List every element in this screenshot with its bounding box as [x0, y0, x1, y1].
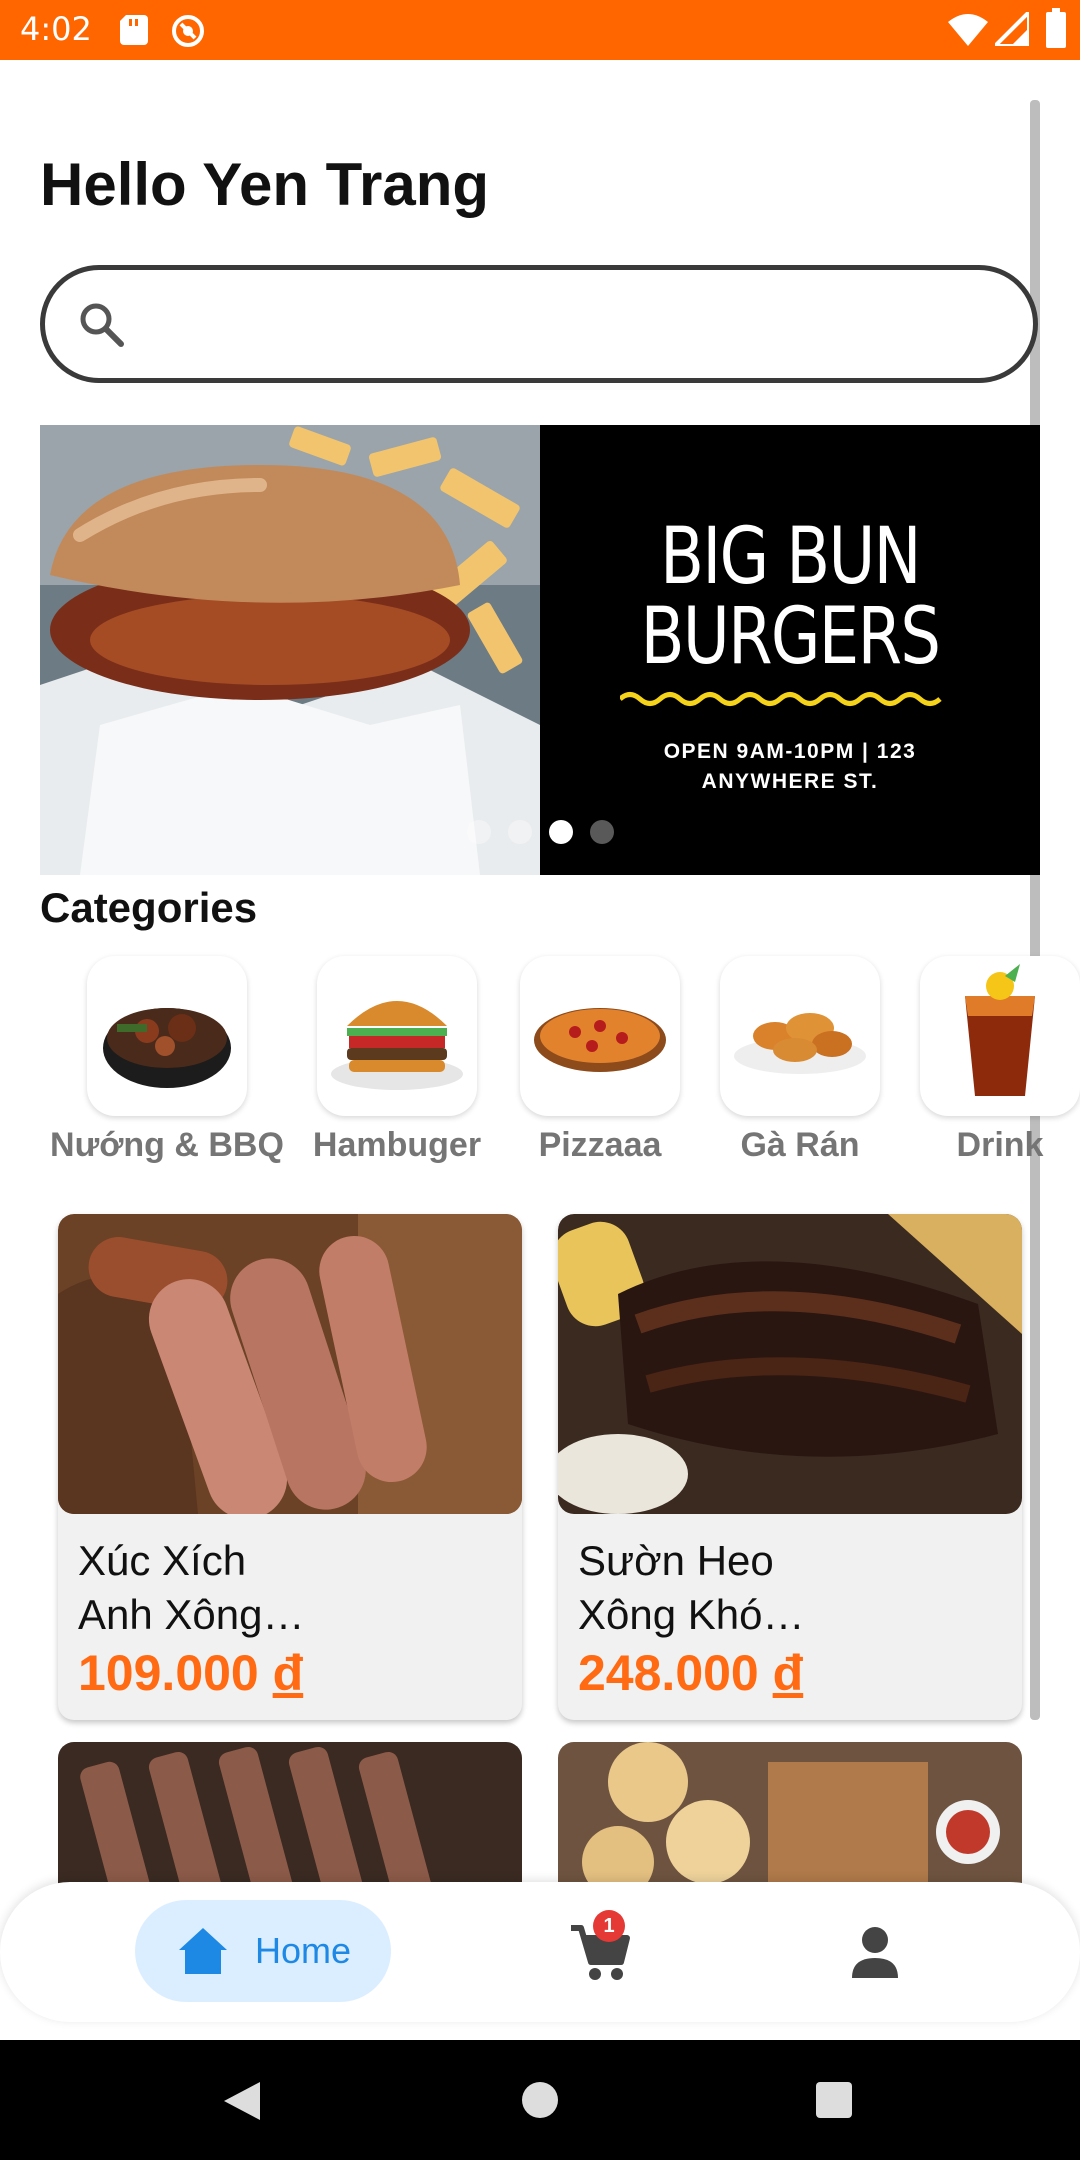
- price-currency: đ: [772, 1645, 804, 1701]
- product-card[interactable]: Sườn Heo Xông Khó… 248.000 đ: [558, 1214, 1022, 1720]
- drink-icon: [920, 956, 1080, 1116]
- product-card[interactable]: Xúc Xích Anh Xông… 109.000 đ: [58, 1214, 522, 1720]
- cart-badge: 1: [593, 1910, 625, 1942]
- category-label: Drink: [956, 1126, 1044, 1164]
- product-name: Sườn Heo Xông Khó…: [578, 1537, 805, 1638]
- carousel-indicator: [467, 820, 647, 844]
- fried-chicken-icon: [720, 956, 880, 1116]
- search-input[interactable]: [145, 290, 1005, 358]
- wave-divider: [620, 692, 942, 706]
- profile-icon[interactable]: [850, 1924, 900, 1980]
- search-icon: [80, 303, 124, 347]
- price-value: 248.000: [578, 1645, 759, 1701]
- recent-apps-icon[interactable]: [816, 2082, 852, 2118]
- wifi-icon: [948, 14, 988, 46]
- product-price: 109.000 đ: [78, 1644, 303, 1702]
- price-currency: đ: [272, 1645, 304, 1701]
- banner-subtitle: OPEN 9AM-10PM | 123 ANYWHERE ST.: [663, 740, 917, 793]
- category-drink[interactable]: Drink: [870, 956, 1080, 1165]
- product-name: Xúc Xích Anh Xông…: [78, 1537, 305, 1638]
- carousel-dot[interactable]: [508, 820, 532, 844]
- status-time: 4:02: [20, 10, 92, 48]
- banner-text-panel: BIG BUN BURGERS OPEN 9AM-10PM | 123 ANYW…: [540, 425, 1040, 875]
- system-navigation-bar: [0, 2040, 1080, 2160]
- burger-photo: [40, 425, 540, 875]
- back-icon[interactable]: [222, 2080, 262, 2122]
- sausage-photo: [58, 1214, 522, 1514]
- category-bbq[interactable]: Nướng & BBQ: [37, 956, 297, 1165]
- product-price: 248.000 đ: [578, 1644, 803, 1702]
- categories-title: Categories: [40, 884, 258, 931]
- battery-icon: [1046, 8, 1066, 48]
- status-bar: 4:02: [0, 0, 1080, 60]
- pizza-icon: [520, 956, 680, 1116]
- combo-platter-photo: [558, 1742, 1022, 1902]
- sd-card-icon: [120, 15, 148, 45]
- sync-icon: [172, 15, 204, 47]
- signal-icon: [995, 12, 1029, 46]
- price-value: 109.000: [78, 1645, 259, 1701]
- greeting-title: Hello Yen Trang: [40, 151, 490, 218]
- bbq-platter-icon: [87, 956, 247, 1116]
- nav-home-tab[interactable]: Home: [135, 1900, 391, 2002]
- bottom-navigation: Home 1: [0, 1882, 1080, 2022]
- carousel-dot-active[interactable]: [549, 820, 573, 844]
- product-card[interactable]: [558, 1742, 1022, 1902]
- search-bar[interactable]: [40, 265, 1038, 383]
- home-button-icon[interactable]: [522, 2082, 558, 2118]
- carousel-dot[interactable]: [467, 820, 491, 844]
- hamburger-icon: [317, 956, 477, 1116]
- home-icon: [179, 1928, 227, 1974]
- grilled-meat-photo: [58, 1742, 522, 1902]
- promo-banner[interactable]: BIG BUN BURGERS OPEN 9AM-10PM | 123 ANYW…: [40, 425, 1040, 875]
- pork-ribs-photo: [558, 1214, 1022, 1514]
- category-label: Nướng & BBQ: [50, 1126, 284, 1164]
- nav-cart-tab[interactable]: 1: [565, 1910, 635, 1984]
- banner-title: BIG BUN BURGERS: [640, 512, 941, 682]
- carousel-dot[interactable]: [590, 820, 614, 844]
- nav-home-label: Home: [255, 1930, 352, 1971]
- product-card[interactable]: [58, 1742, 522, 1902]
